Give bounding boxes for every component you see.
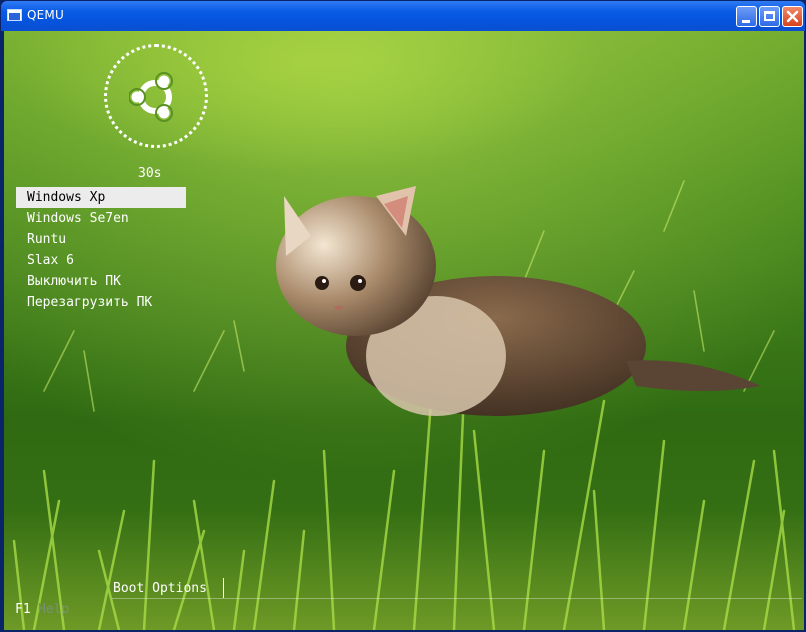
close-button[interactable] (782, 6, 803, 27)
boot-options-underline (112, 598, 802, 599)
boot-options-label: Boot Options (113, 581, 207, 596)
boot-entry-slax-6[interactable]: Slax 6 (16, 250, 186, 271)
vm-screen[interactable]: 30s Windows Xp Windows Se7en Runtu Slax … (4, 31, 804, 630)
close-icon (786, 10, 799, 23)
qemu-window: QEMU 30s Windows Xp Windows Se7en Runtu … (0, 0, 806, 632)
maximize-button[interactable] (759, 6, 780, 27)
ubuntu-logo-icon (129, 72, 173, 122)
boot-entry-shutdown[interactable]: Выключить ПК (16, 271, 186, 292)
boot-entry-reboot[interactable]: Перезагрузить ПК (16, 292, 186, 313)
title-bar[interactable]: QEMU (1, 1, 805, 31)
help-key[interactable]: F1 (15, 602, 31, 617)
boot-entry-runtu[interactable]: Runtu (16, 229, 186, 250)
window-title: QEMU (27, 8, 64, 22)
boot-entry-windows-se7en[interactable]: Windows Se7en (16, 208, 186, 229)
boot-options-cursor[interactable] (223, 578, 224, 598)
help-label: Help (38, 602, 70, 617)
boot-menu: Windows Xp Windows Se7en Runtu Slax 6 Вы… (16, 187, 186, 313)
kitten-photo (276, 186, 761, 416)
minimize-button[interactable] (736, 6, 757, 27)
app-window-icon (7, 9, 22, 21)
boot-entry-windows-xp[interactable]: Windows Xp (16, 187, 186, 208)
boot-timer: 30s (138, 166, 162, 181)
